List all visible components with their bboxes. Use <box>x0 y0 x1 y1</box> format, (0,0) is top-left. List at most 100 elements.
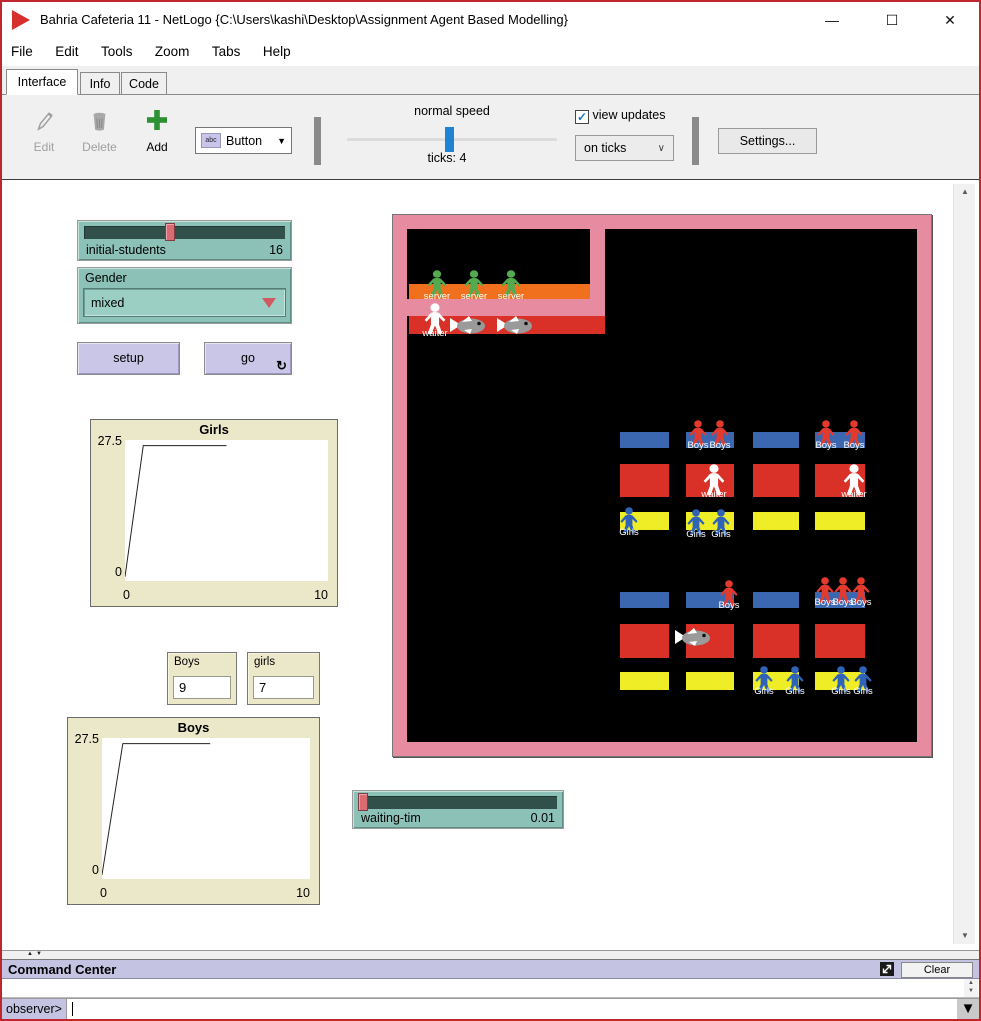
vertical-scrollbar[interactable]: ▲ ▼ <box>953 184 975 944</box>
slider-track <box>359 796 557 809</box>
fish-icon <box>449 315 487 335</box>
setup-button[interactable]: setup <box>77 342 180 375</box>
girl-agent: Girls <box>619 507 639 534</box>
food-fish <box>449 315 487 335</box>
detach-icon[interactable] <box>880 962 895 977</box>
splitter-arrows-icon[interactable]: ▲▼ <box>27 951 45 957</box>
forever-icon: ↻ <box>276 359 287 373</box>
menu-tools[interactable]: Tools <box>92 38 142 59</box>
output-scrollbar[interactable]: ▲▼ <box>964 979 978 997</box>
menu-tabs[interactable]: Tabs <box>203 38 250 59</box>
agent-label: Girls <box>785 686 805 697</box>
menu-help[interactable]: Help <box>254 38 300 59</box>
table-red <box>620 624 669 658</box>
clear-button[interactable]: Clear <box>901 962 973 978</box>
update-mode-dropdown[interactable]: on ticks ∨ <box>575 135 674 161</box>
pencil-icon <box>33 120 55 137</box>
x-axis-max: 10 <box>296 886 310 900</box>
plot-title: Girls <box>91 422 337 437</box>
menu-zoom[interactable]: Zoom <box>146 38 199 59</box>
view-updates-checkbox[interactable]: ✓ view updates <box>575 108 665 124</box>
menu-edit[interactable]: Edit <box>46 38 87 59</box>
agent-label: server <box>498 291 524 302</box>
table-red <box>815 624 865 658</box>
interface-canvas: initial-students 16 Gender mixed setup g… <box>2 180 979 950</box>
close-button[interactable]: ✕ <box>933 8 967 32</box>
chooser-value-box[interactable]: mixed <box>83 288 286 317</box>
toolbar-separator <box>692 117 699 165</box>
agent-label: server <box>461 291 487 302</box>
girl-agent: Girls <box>853 666 873 693</box>
speed-slider[interactable] <box>347 138 557 141</box>
netlogo-logo-icon <box>12 10 30 30</box>
toolbar-separator <box>314 117 321 165</box>
add-widget-label: Add <box>136 140 178 154</box>
girls-plot: Girls 27.5 0 0 10 <box>90 419 338 607</box>
setup-button-label: setup <box>113 351 144 365</box>
minimize-button[interactable]: — <box>815 8 849 32</box>
waiter-agent: waiter <box>842 464 866 496</box>
y-axis-max: 27.5 <box>68 732 99 746</box>
initial-students-slider[interactable]: initial-students 16 <box>77 220 292 261</box>
maximize-button[interactable]: ☐ <box>875 8 909 32</box>
seat-yellow <box>815 512 865 530</box>
slider-label: initial-students <box>86 243 166 257</box>
command-center-title: Command Center <box>8 962 116 977</box>
agent-label: Boys <box>843 440 864 451</box>
view-updates-label: view updates <box>592 108 665 122</box>
observer-prompt: observer> <box>2 999 66 1019</box>
agent-label: Boys <box>709 440 730 451</box>
slider-handle[interactable] <box>165 223 175 241</box>
settings-button[interactable]: Settings... <box>718 128 817 154</box>
menu-file[interactable]: File <box>2 38 42 59</box>
boy-agent: Boys <box>688 420 708 447</box>
plus-icon <box>145 120 169 137</box>
waiting-tim-slider[interactable]: waiting-tim 0.01 <box>352 790 564 829</box>
gender-chooser[interactable]: Gender mixed <box>77 267 292 324</box>
agent-label: Boys <box>815 440 836 451</box>
add-widget-button[interactable]: Add <box>136 107 178 154</box>
speed-slider-thumb[interactable] <box>445 127 454 152</box>
edit-tool-button[interactable]: Edit <box>18 109 70 154</box>
boy-agent: Boys <box>710 420 730 447</box>
history-dropdown-button[interactable]: ▼ <box>957 999 979 1019</box>
menu-bar: File Edit Tools Zoom Tabs Help <box>2 38 979 66</box>
table-blue <box>620 592 669 608</box>
agent-label: Girls <box>686 529 706 540</box>
table-blue <box>753 592 799 608</box>
scroll-down-icon[interactable]: ▼ <box>954 928 976 944</box>
view-world: serverserverserverwaiterBoysBoysBoysBoys… <box>407 229 917 742</box>
world-view[interactable]: serverserverserverwaiterBoysBoysBoysBoys… <box>392 214 932 757</box>
slider-handle[interactable] <box>358 793 368 811</box>
tab-interface[interactable]: Interface <box>6 69 78 95</box>
agent-label: Girls <box>619 527 639 538</box>
tab-code[interactable]: Code <box>121 72 167 95</box>
monitor-value: 9 <box>173 676 231 699</box>
delete-tool-button[interactable]: Delete <box>72 109 127 154</box>
agent-label: Girls <box>754 686 774 697</box>
agent-label: waiter <box>841 489 866 500</box>
command-input[interactable] <box>66 999 957 1019</box>
go-button[interactable]: go ↻ <box>204 342 292 375</box>
agent-label: Girls <box>711 529 731 540</box>
seat-yellow <box>753 512 799 530</box>
girl-agent: Girls <box>785 666 805 693</box>
tab-info[interactable]: Info <box>80 72 120 95</box>
netlogo-window: { "window": { "title": "Bahria Cafeteria… <box>0 0 981 1021</box>
chooser-label: Gender <box>85 271 127 285</box>
agent-label: waiter <box>701 489 726 500</box>
y-axis-min: 0 <box>68 863 99 877</box>
slider-track <box>84 226 285 239</box>
widget-type-dropdown[interactable]: abc Button ▼ <box>195 127 292 154</box>
scroll-up-icon[interactable]: ▲ <box>954 184 976 200</box>
title-bar: Bahria Cafeteria 11 - NetLogo {C:\Users\… <box>2 2 979 38</box>
x-axis-min: 0 <box>100 886 107 900</box>
command-center-splitter[interactable]: ▲▼ <box>2 950 979 959</box>
seat-yellow <box>620 672 669 690</box>
table-red <box>753 624 799 658</box>
trash-icon <box>89 120 110 137</box>
seat-yellow <box>686 672 734 690</box>
server-agent: server <box>500 270 522 298</box>
girl-agent: Girls <box>686 509 706 536</box>
table-blue <box>620 432 669 448</box>
